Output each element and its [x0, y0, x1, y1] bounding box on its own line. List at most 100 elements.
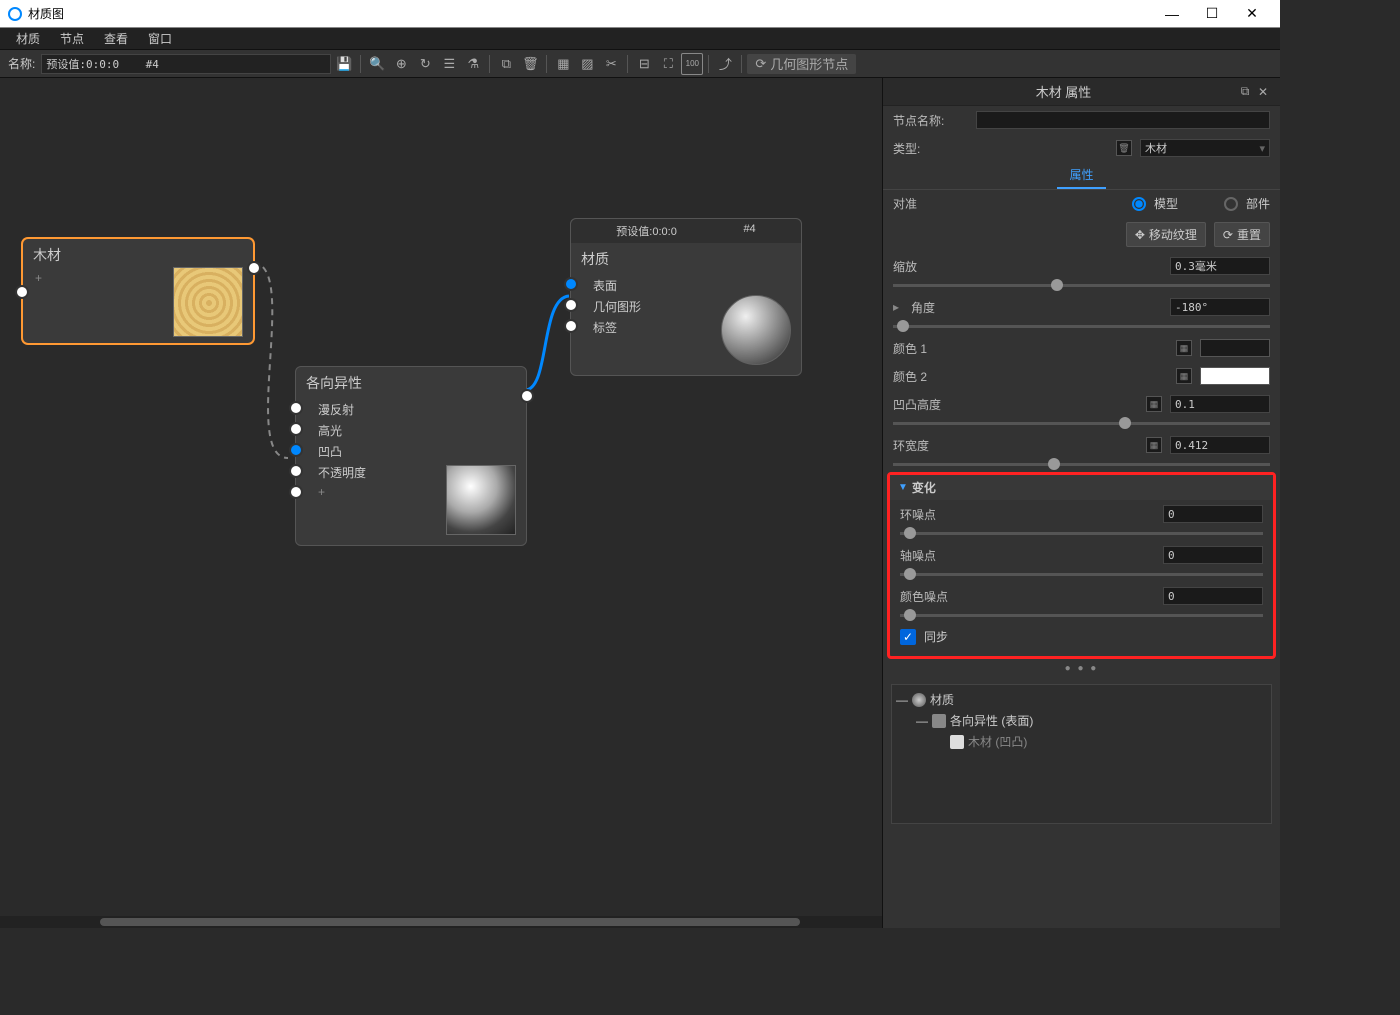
- row-ring-noise: 环噪点 0: [890, 500, 1273, 528]
- group-icon[interactable]: ▦: [552, 53, 574, 75]
- popout-icon[interactable]: ⧉: [1236, 83, 1254, 101]
- ring-slider[interactable]: [893, 463, 1270, 466]
- angle-slider[interactable]: [893, 325, 1270, 328]
- color-noise-value[interactable]: 0: [1163, 587, 1263, 605]
- color-noise-slider[interactable]: [900, 614, 1263, 617]
- aniso-icon: [932, 714, 946, 728]
- sync-checkbox[interactable]: ✓: [900, 629, 916, 645]
- port-diffuse[interactable]: 漫反射: [296, 399, 526, 420]
- hundred-icon[interactable]: 100: [681, 53, 703, 75]
- copy-icon[interactable]: ⧉: [495, 53, 517, 75]
- scroll-thumb[interactable]: [100, 918, 800, 926]
- title-bar: 材质图 — ☐ ✕: [0, 0, 1280, 28]
- add-icon[interactable]: ⊕: [390, 53, 412, 75]
- node-mat-header: 预设值:0:0:0#4: [571, 219, 801, 243]
- port-surface[interactable]: 表面: [571, 275, 801, 296]
- close-panel-icon[interactable]: ✕: [1254, 83, 1272, 101]
- node-material[interactable]: 预设值:0:0:0#4 材质 表面 几何图形 标签: [570, 218, 802, 376]
- scale-value[interactable]: 0.3毫米: [1170, 257, 1270, 275]
- minimize-button[interactable]: —: [1152, 6, 1192, 22]
- texture-icon[interactable]: ▦: [1146, 437, 1162, 453]
- texture-icon[interactable]: ▦: [1176, 340, 1192, 356]
- tree-row-aniso[interactable]: — 各向异性 (表面): [896, 710, 1267, 731]
- color1-swatch[interactable]: [1200, 339, 1270, 357]
- delete-type-icon[interactable]: 🗑: [1116, 140, 1132, 156]
- radio-part[interactable]: [1224, 197, 1238, 211]
- axis-noise-slider[interactable]: [900, 573, 1263, 576]
- move-icon: ✥: [1135, 228, 1145, 242]
- share-icon[interactable]: ⤴: [714, 53, 736, 75]
- node-name-input[interactable]: [976, 111, 1270, 129]
- scale-slider[interactable]: [893, 284, 1270, 287]
- align-icon[interactable]: ⊟: [633, 53, 655, 75]
- delete-icon[interactable]: 🗑: [519, 53, 541, 75]
- radio-model[interactable]: [1132, 197, 1146, 211]
- close-button[interactable]: ✕: [1232, 5, 1272, 22]
- node-aniso-title: 各向异性: [296, 367, 526, 399]
- reset-button[interactable]: ⟳重置: [1214, 222, 1270, 247]
- menu-window[interactable]: 窗口: [138, 30, 182, 47]
- row-align: 对准 模型 部件: [883, 190, 1280, 217]
- collapse-icon[interactable]: —: [896, 693, 908, 707]
- chevron-down-icon: ▼: [898, 482, 908, 493]
- row-scale: 缩放 0.3毫米: [883, 252, 1280, 280]
- chevron-right-icon[interactable]: ▸: [893, 300, 899, 314]
- texture-icon[interactable]: ▦: [1146, 396, 1162, 412]
- menu-view[interactable]: 查看: [94, 30, 138, 47]
- scissors-icon[interactable]: ✂: [600, 53, 622, 75]
- expand-icon[interactable]: ⛶: [657, 53, 679, 75]
- axis-noise-value[interactable]: 0: [1163, 546, 1263, 564]
- flask-icon[interactable]: ⚗: [462, 53, 484, 75]
- bump-slider[interactable]: [893, 422, 1270, 425]
- toolbar: 名称: 💾 🔍 ⊕ ↻ ☰ ⚗ ⧉ 🗑 ▦ ▨ ✂ ⊟ ⛶ 100 ⤴ ⟳ 几何…: [0, 50, 1280, 78]
- app-icon: [8, 7, 22, 21]
- angle-value[interactable]: -180°: [1170, 298, 1270, 316]
- row-node-name: 节点名称:: [883, 106, 1280, 134]
- save-icon[interactable]: 💾: [333, 53, 355, 75]
- collapse-icon[interactable]: —: [916, 714, 928, 728]
- tab-properties[interactable]: 属性: [1057, 162, 1105, 189]
- port-specular[interactable]: 高光: [296, 420, 526, 441]
- aniso-thumbnail: [446, 465, 516, 535]
- type-dropdown[interactable]: 木材▾: [1140, 139, 1270, 157]
- properties-panel: 木材 属性 ⧉ ✕ 节点名称: 类型: 🗑 木材▾ 属性 对准 模型 部件: [882, 78, 1280, 928]
- reset-icon: ⟳: [1223, 228, 1233, 242]
- menu-material[interactable]: 材质: [6, 30, 50, 47]
- refresh-icon[interactable]: ↻: [414, 53, 436, 75]
- port-bump[interactable]: 凹凸: [296, 441, 526, 462]
- drag-handle-icon[interactable]: ● ● ●: [883, 661, 1280, 676]
- ring-noise-value[interactable]: 0: [1163, 505, 1263, 523]
- color2-swatch[interactable]: [1200, 367, 1270, 385]
- row-color-noise: 颜色噪点 0: [890, 582, 1273, 610]
- bump-value[interactable]: 0.1: [1170, 395, 1270, 413]
- ring-noise-slider[interactable]: [900, 532, 1263, 535]
- search-icon[interactable]: 🔍: [366, 53, 388, 75]
- ring-value[interactable]: 0.412: [1170, 436, 1270, 454]
- geometry-node-button[interactable]: ⟳ 几何图形节点: [747, 54, 856, 74]
- tree-row-wood[interactable]: 木材 (凹凸): [896, 731, 1267, 752]
- name-label: 名称:: [4, 55, 39, 72]
- row-color2: 颜色 2 ▦: [883, 362, 1280, 390]
- tree-row-material[interactable]: — 材质: [896, 689, 1267, 710]
- node-canvas[interactable]: 木材 + 各向异性 漫反射 高光 凹凸 不透明度 + 预设值:0:0:0#4: [0, 78, 882, 928]
- output-port[interactable]: [247, 261, 261, 275]
- ungroup-icon[interactable]: ▨: [576, 53, 598, 75]
- variation-header[interactable]: ▼ 变化: [890, 475, 1273, 500]
- props-title: 木材 属性: [891, 82, 1236, 101]
- sliders-icon[interactable]: ☰: [438, 53, 460, 75]
- menu-node[interactable]: 节点: [50, 30, 94, 47]
- maximize-button[interactable]: ☐: [1192, 5, 1232, 22]
- horizontal-scrollbar[interactable]: [0, 916, 882, 928]
- move-texture-button[interactable]: ✥移动纹理: [1126, 222, 1206, 247]
- input-port[interactable]: [15, 285, 29, 299]
- name-input[interactable]: [41, 54, 331, 74]
- menu-bar: 材质 节点 查看 窗口: [0, 28, 1280, 50]
- row-angle: ▸ 角度 -180°: [883, 293, 1280, 321]
- row-action-buttons: ✥移动纹理 ⟳重置: [883, 217, 1280, 252]
- texture-icon[interactable]: ▦: [1176, 368, 1192, 384]
- mat-thumbnail: [721, 295, 791, 365]
- node-wood[interactable]: 木材 +: [22, 238, 254, 344]
- material-tree[interactable]: — 材质 — 各向异性 (表面) 木材 (凹凸): [891, 684, 1272, 824]
- row-ring: 环宽度 ▦ 0.412: [883, 431, 1280, 459]
- node-anisotropic[interactable]: 各向异性 漫反射 高光 凹凸 不透明度 +: [295, 366, 527, 546]
